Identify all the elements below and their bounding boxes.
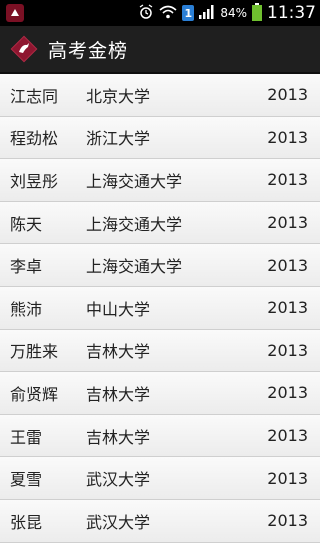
list-item[interactable]: 王雷 吉林大学 2013 bbox=[0, 414, 320, 458]
list-item[interactable]: 万胜来 吉林大学 2013 bbox=[0, 329, 320, 373]
student-name: 李卓 bbox=[10, 257, 43, 277]
university-name: 吉林大学 bbox=[86, 384, 151, 404]
student-name: 王雷 bbox=[10, 427, 43, 447]
list-item[interactable]: 陈天 上海交通大学 2013 bbox=[0, 201, 320, 245]
year: 2013 bbox=[267, 127, 308, 147]
student-name: 江志同 bbox=[10, 86, 59, 106]
year: 2013 bbox=[267, 468, 308, 488]
year: 2013 bbox=[267, 340, 308, 360]
university-name: 中山大学 bbox=[86, 299, 151, 319]
student-name: 张昆 bbox=[10, 512, 43, 532]
university-name: 武汉大学 bbox=[86, 512, 151, 532]
student-name: 熊沛 bbox=[10, 299, 43, 319]
year: 2013 bbox=[267, 383, 308, 403]
list-item[interactable]: 俞贤辉 吉林大学 2013 bbox=[0, 372, 320, 415]
list-item[interactable]: 熊沛 中山大学 2013 bbox=[0, 286, 320, 330]
year: 2013 bbox=[267, 85, 308, 105]
wifi-icon bbox=[159, 5, 177, 22]
student-name: 俞贤辉 bbox=[10, 384, 59, 404]
university-name: 吉林大学 bbox=[86, 427, 151, 447]
list-item[interactable]: 刘昱彤 上海交通大学 2013 bbox=[0, 159, 320, 202]
list-item[interactable]: 江志同 北京大学 2013 bbox=[0, 74, 320, 117]
student-name: 夏雪 bbox=[10, 470, 43, 490]
university-name: 浙江大学 bbox=[86, 129, 151, 149]
university-name: 上海交通大学 bbox=[86, 214, 183, 234]
page-title: 高考金榜 bbox=[48, 39, 129, 62]
status-bar: 1 84% 11:37 bbox=[0, 0, 320, 26]
university-name: 武汉大学 bbox=[86, 470, 151, 490]
alarm-icon bbox=[138, 3, 154, 23]
student-name: 程劲松 bbox=[10, 129, 59, 149]
app-notification-icon bbox=[6, 4, 24, 22]
student-name: 陈天 bbox=[10, 214, 43, 234]
student-name: 万胜来 bbox=[10, 342, 59, 362]
university-name: 北京大学 bbox=[86, 86, 151, 106]
list-item[interactable]: 李卓 上海交通大学 2013 bbox=[0, 244, 320, 287]
notification-badge: 1 bbox=[182, 5, 195, 21]
year: 2013 bbox=[267, 170, 308, 190]
university-name: 上海交通大学 bbox=[86, 257, 183, 277]
year: 2013 bbox=[267, 255, 308, 275]
app-logo-icon[interactable] bbox=[10, 35, 38, 63]
student-name: 刘昱彤 bbox=[10, 171, 59, 191]
year: 2013 bbox=[267, 298, 308, 318]
list-item[interactable]: 程劲松 浙江大学 2013 bbox=[0, 116, 320, 160]
results-list: 江志同 北京大学 2013 程劲松 浙江大学 2013 刘昱彤 上海交通大学 2… bbox=[0, 74, 320, 543]
clock-time: 11:37 bbox=[267, 3, 316, 23]
battery-percent: 84% bbox=[220, 6, 247, 20]
university-name: 吉林大学 bbox=[86, 342, 151, 362]
battery-icon bbox=[252, 2, 262, 24]
list-item[interactable]: 张昆 武汉大学 2013 bbox=[0, 499, 320, 543]
list-item[interactable]: 夏雪 武汉大学 2013 bbox=[0, 457, 320, 500]
university-name: 上海交通大学 bbox=[86, 171, 183, 191]
signal-icon bbox=[199, 4, 215, 22]
app-bar: 高考金榜 bbox=[0, 26, 320, 74]
year: 2013 bbox=[267, 511, 308, 531]
year: 2013 bbox=[267, 213, 308, 233]
year: 2013 bbox=[267, 426, 308, 446]
